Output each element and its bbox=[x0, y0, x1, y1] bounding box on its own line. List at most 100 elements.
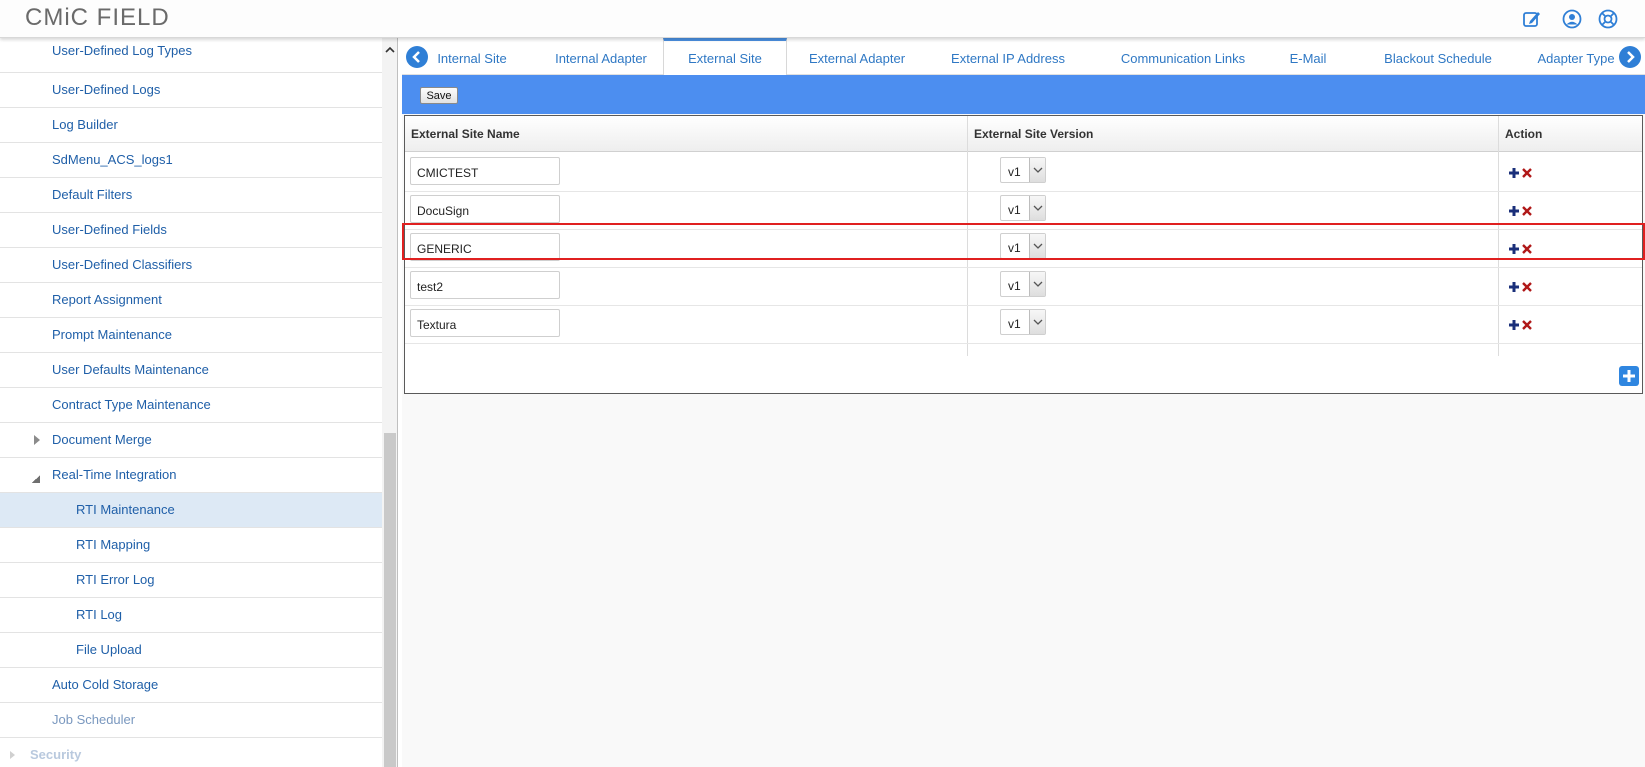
external-site-grid: External Site Name External Site Version… bbox=[404, 115, 1643, 394]
sidebar-item-label: User-Defined Fields bbox=[52, 222, 167, 237]
tab-internal-adapter[interactable]: Internal Adapter bbox=[536, 38, 666, 75]
site-version-value: v1 bbox=[1008, 203, 1021, 217]
site-version-select[interactable]: v1 bbox=[1000, 271, 1046, 297]
add-new-row-button[interactable] bbox=[1619, 366, 1639, 386]
user-account-icon[interactable] bbox=[1562, 9, 1582, 29]
tab-e-mail[interactable]: E-Mail bbox=[1278, 38, 1338, 75]
expand-arrow-icon[interactable] bbox=[10, 751, 15, 759]
sidebar-item-job-scheduler[interactable]: Job Scheduler bbox=[0, 703, 382, 738]
main-content: Internal Site Internal Adapter External … bbox=[402, 38, 1645, 767]
site-version-value: v1 bbox=[1008, 165, 1021, 179]
site-name-field[interactable]: Textura bbox=[410, 309, 560, 337]
sidebar-item-label: File Upload bbox=[76, 642, 142, 657]
toolbar bbox=[402, 75, 1645, 114]
sidebar-item-prompt-maintenance[interactable]: Prompt Maintenance bbox=[0, 318, 382, 353]
tab-adapter-type[interactable]: Adapter Type bbox=[1528, 38, 1624, 75]
sidebar-item-label: Job Scheduler bbox=[52, 712, 136, 727]
scrollbar-thumb[interactable] bbox=[384, 433, 396, 767]
tab-external-adapter[interactable]: External Adapter bbox=[792, 38, 922, 75]
delete-row-icon[interactable] bbox=[1522, 206, 1532, 216]
site-version-select[interactable]: v1 bbox=[1000, 195, 1046, 221]
table-row: test2 v1 bbox=[405, 266, 1642, 306]
add-row-icon[interactable] bbox=[1508, 167, 1520, 179]
sidebar-item-label: User-Defined Log Types bbox=[52, 43, 192, 58]
sidebar-item-label: Security bbox=[30, 747, 82, 762]
sidebar-item-real-time-integration[interactable]: Real-Time Integration bbox=[0, 458, 382, 493]
table-row: DocuSign v1 bbox=[405, 190, 1642, 230]
table-row: CMICTEST v1 bbox=[405, 152, 1642, 192]
sidebar-item-label: Log Builder bbox=[52, 117, 118, 132]
add-row-icon[interactable] bbox=[1508, 281, 1520, 293]
expand-arrow-icon[interactable] bbox=[34, 435, 40, 445]
sidebar-item-report-assignment[interactable]: Report Assignment bbox=[0, 283, 382, 318]
tab-external-ip-address[interactable]: External IP Address bbox=[928, 38, 1088, 75]
tab-external-site[interactable]: External Site bbox=[663, 38, 787, 75]
sidebar-item-default-filters[interactable]: Default Filters bbox=[0, 178, 382, 213]
save-button[interactable]: Save bbox=[420, 87, 458, 104]
sidebar: User-Defined Log Types User-Defined Logs… bbox=[0, 38, 398, 767]
sidebar-item-auto-cold-storage[interactable]: Auto Cold Storage bbox=[0, 668, 382, 703]
edit-icon[interactable] bbox=[1522, 9, 1542, 29]
tab-scroll-right-icon[interactable] bbox=[1619, 46, 1641, 68]
tab-blackout-schedule[interactable]: Blackout Schedule bbox=[1368, 38, 1508, 75]
add-row-icon[interactable] bbox=[1508, 319, 1520, 331]
sidebar-item-user-defined-log-types[interactable]: User-Defined Log Types bbox=[0, 38, 382, 73]
add-row-icon[interactable] bbox=[1508, 205, 1520, 217]
sidebar-item-contract-type-maintenance[interactable]: Contract Type Maintenance bbox=[0, 388, 382, 423]
sidebar-item-label: Real-Time Integration bbox=[52, 467, 177, 482]
app-header: CMiC FIELD bbox=[0, 0, 1645, 38]
tab-scroll-left-icon[interactable] bbox=[406, 46, 428, 68]
sidebar-item-rti-log[interactable]: RTI Log bbox=[0, 598, 382, 633]
sidebar-item-log-builder[interactable]: Log Builder bbox=[0, 108, 382, 143]
delete-row-icon[interactable] bbox=[1522, 168, 1532, 178]
chevron-down-icon[interactable] bbox=[1029, 272, 1045, 296]
column-header-site-name[interactable]: External Site Name bbox=[405, 116, 965, 152]
tab-communication-links[interactable]: Communication Links bbox=[1098, 38, 1268, 75]
sidebar-item-user-defined-logs[interactable]: User-Defined Logs bbox=[0, 73, 382, 108]
site-version-select[interactable]: v1 bbox=[1000, 233, 1046, 259]
site-name-field[interactable]: CMICTEST bbox=[410, 157, 560, 185]
site-version-value: v1 bbox=[1008, 241, 1021, 255]
sidebar-item-user-defined-classifiers[interactable]: User-Defined Classifiers bbox=[0, 248, 382, 283]
sidebar-item-label: Default Filters bbox=[52, 187, 133, 202]
scroll-up-icon[interactable] bbox=[385, 43, 395, 53]
delete-row-icon[interactable] bbox=[1522, 282, 1532, 292]
chevron-down-icon[interactable] bbox=[1029, 196, 1045, 220]
site-version-select[interactable]: v1 bbox=[1000, 157, 1046, 183]
sidebar-item-user-defaults-maintenance[interactable]: User Defaults Maintenance bbox=[0, 353, 382, 388]
column-header-site-version[interactable]: External Site Version bbox=[968, 116, 1498, 152]
site-name-field[interactable]: DocuSign bbox=[410, 195, 560, 223]
column-header-action: Action bbox=[1505, 127, 1543, 141]
sidebar-item-user-defined-fields[interactable]: User-Defined Fields bbox=[0, 213, 382, 248]
tab-internal-site[interactable]: Internal Site bbox=[434, 38, 510, 75]
chevron-down-icon[interactable] bbox=[1029, 310, 1045, 334]
delete-row-icon[interactable] bbox=[1522, 320, 1532, 330]
sidebar-item-label: Contract Type Maintenance bbox=[52, 397, 211, 412]
tab-bar: Internal Site Internal Adapter External … bbox=[402, 38, 1645, 75]
sidebar-item-file-upload[interactable]: File Upload bbox=[0, 633, 382, 668]
chevron-down-icon[interactable] bbox=[1029, 234, 1045, 258]
table-row: Textura v1 bbox=[405, 304, 1642, 344]
help-lifebuoy-icon[interactable] bbox=[1598, 9, 1618, 29]
sidebar-item-rti-maintenance[interactable]: RTI Maintenance bbox=[0, 493, 382, 528]
app-logo: CMiC FIELD bbox=[25, 4, 170, 31]
collapse-arrow-icon[interactable] bbox=[32, 475, 40, 483]
site-name-field[interactable]: GENERIC bbox=[410, 233, 560, 261]
sidebar-item-label: Auto Cold Storage bbox=[52, 677, 159, 692]
add-row-icon[interactable] bbox=[1508, 243, 1520, 255]
sidebar-item-label: RTI Log bbox=[76, 607, 123, 622]
sidebar-item-rti-mapping[interactable]: RTI Mapping bbox=[0, 528, 382, 563]
grid-header: External Site Name External Site Version… bbox=[405, 116, 1642, 152]
sidebar-item-security[interactable]: Security bbox=[0, 738, 382, 767]
sidebar-item-label: SdMenu_ACS_logs1 bbox=[52, 152, 173, 167]
sidebar-item-document-merge[interactable]: Document Merge bbox=[0, 423, 382, 458]
sidebar-scrollbar[interactable] bbox=[382, 38, 397, 767]
delete-row-icon[interactable] bbox=[1522, 244, 1532, 254]
sidebar-item-sdmenu-acs-logs1[interactable]: SdMenu_ACS_logs1 bbox=[0, 143, 382, 178]
sidebar-item-label: Report Assignment bbox=[52, 292, 162, 307]
site-version-select[interactable]: v1 bbox=[1000, 309, 1046, 335]
chevron-down-icon[interactable] bbox=[1029, 158, 1045, 182]
site-name-field[interactable]: test2 bbox=[410, 271, 560, 299]
site-version-value: v1 bbox=[1008, 317, 1021, 331]
sidebar-item-rti-error-log[interactable]: RTI Error Log bbox=[0, 563, 382, 598]
